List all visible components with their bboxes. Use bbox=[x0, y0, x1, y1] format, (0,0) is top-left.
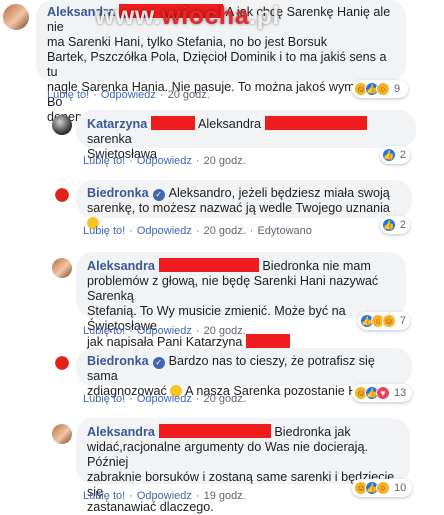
timestamp[interactable]: 19 godz. bbox=[204, 490, 246, 502]
comment-author[interactable]: Aleksandra bbox=[87, 425, 155, 439]
separator-dot: · bbox=[129, 155, 133, 167]
like-link[interactable]: Lubię to! bbox=[83, 490, 125, 502]
timestamp[interactable]: 20 godz. bbox=[204, 225, 246, 237]
reaction-summary[interactable]: ☺ 👍 ○ 10 bbox=[352, 479, 412, 497]
comment-bubble: Aleksandra Biedronka jak widać,racjonaln… bbox=[76, 418, 410, 514]
comment-author[interactable]: Biedronka bbox=[87, 354, 149, 368]
like-link[interactable]: Lubię to! bbox=[83, 325, 125, 337]
avatar[interactable] bbox=[52, 186, 72, 206]
redaction bbox=[151, 116, 196, 130]
comment-actions: Lubię to! · Odpowiedz · 19 godz. bbox=[83, 490, 246, 502]
site-watermark: www.wiocha.pl bbox=[95, 2, 280, 30]
separator-dot: · bbox=[195, 155, 200, 167]
avatar[interactable] bbox=[52, 115, 72, 135]
separator-dot: · bbox=[129, 393, 133, 405]
comment-bubble: Aleksandra Biedronka nie mam problemów z… bbox=[76, 252, 406, 349]
separator-dot: · bbox=[129, 225, 133, 237]
verified-icon: ✓ bbox=[152, 357, 165, 369]
wow-icon: ○ bbox=[376, 82, 390, 96]
reaction-summary[interactable]: 👍 2 bbox=[380, 146, 410, 164]
comment-text: ma Sarenki Hani, tylko Stefania, no bo j… bbox=[47, 35, 328, 49]
separator-dot: · bbox=[195, 225, 200, 237]
timestamp[interactable]: 20 godz. bbox=[168, 89, 210, 101]
reaction-count: 9 bbox=[394, 83, 401, 95]
comment-text: sarenka bbox=[87, 132, 132, 146]
like-icon: 👍 bbox=[382, 218, 396, 232]
reply-link[interactable]: Odpowiedz bbox=[137, 155, 192, 167]
comment-text: Aleksandro, jeżeli będziesz miała swoją bbox=[168, 186, 390, 200]
reaction-summary[interactable]: 👍 2 bbox=[380, 216, 410, 234]
redaction bbox=[245, 334, 290, 348]
like-link[interactable]: Lubię to! bbox=[47, 89, 89, 101]
comment-actions: Lubię to! · Odpowiedz · 20 godz. bbox=[83, 155, 246, 167]
love-icon: ♥ bbox=[376, 386, 390, 400]
edited-label[interactable]: Edytowano bbox=[257, 225, 311, 237]
comment-text: zastanawiać dlaczego. bbox=[87, 500, 214, 514]
separator-dot: · bbox=[195, 393, 200, 405]
avatar[interactable] bbox=[52, 258, 72, 278]
redaction bbox=[158, 424, 271, 438]
timestamp[interactable]: 20 godz. bbox=[204, 155, 246, 167]
comment-actions: Lubię to! · Odpowiedz · 20 godz. · Edytowano bbox=[83, 225, 312, 237]
comment-thread: Aleksandra A jak chcę Sarenkę Hanię ale … bbox=[0, 0, 444, 514]
haha-icon: ☺ bbox=[381, 314, 396, 328]
comment-actions: Lubię to! · Odpowiedz · 20 godz. bbox=[47, 89, 210, 101]
comment-actions: Lubię to! · Odpowiedz · 20 godz. bbox=[83, 325, 246, 337]
comment-text: sarenkę, to możesz nazwać ją wedle Twoje… bbox=[87, 201, 390, 215]
comment-author[interactable]: Aleksandra bbox=[87, 259, 155, 273]
reaction-count: 2 bbox=[399, 149, 406, 161]
redaction bbox=[158, 258, 259, 272]
like-link[interactable]: Lubię to! bbox=[83, 393, 125, 405]
separator-dot: · bbox=[159, 89, 164, 101]
separator-dot: · bbox=[195, 325, 200, 337]
like-icon: 👍 bbox=[382, 148, 396, 162]
comment-text: Aleksandra bbox=[198, 117, 262, 131]
reply-link[interactable]: Odpowiedz bbox=[137, 393, 192, 405]
comment-author[interactable]: Katarzyna bbox=[87, 117, 147, 131]
like-link[interactable]: Lubię to! bbox=[83, 155, 125, 167]
separator-dot: · bbox=[93, 89, 97, 101]
separator-dot: · bbox=[129, 490, 133, 502]
reply-link[interactable]: Odpowiedz bbox=[137, 490, 192, 502]
comment-bubble: Biedronka ✓ Bardzo nas to cieszy, że potra… bbox=[76, 348, 412, 398]
reaction-summary[interactable]: 👍 ○ ☺ 7 bbox=[358, 312, 410, 330]
separator-dot: · bbox=[249, 225, 254, 237]
reply-link[interactable]: Odpowiedz bbox=[137, 325, 192, 337]
reaction-summary[interactable]: ☺ 👍 ○ 9 bbox=[352, 80, 408, 98]
reaction-count: 10 bbox=[394, 482, 407, 494]
reaction-count: 2 bbox=[399, 219, 406, 231]
separator-dot: · bbox=[195, 490, 200, 502]
comment-text: jak napisała Pani Katarzyna bbox=[87, 335, 243, 349]
avatar[interactable] bbox=[52, 424, 72, 444]
comment-actions: Lubię to! · Odpowiedz · 20 godz. bbox=[83, 393, 246, 405]
avatar[interactable] bbox=[3, 4, 29, 30]
reply-link[interactable]: Odpowiedz bbox=[137, 225, 192, 237]
reaction-count: 13 bbox=[394, 387, 407, 399]
verified-icon: ✓ bbox=[152, 189, 165, 201]
comment-bubble: Katarzyna Aleksandra sarenka Swietosława bbox=[76, 110, 416, 161]
comment-text: Bartek, Pszczółka Pola, Dzięcioł Dominik… bbox=[47, 50, 387, 79]
comment-text: Biedronka jak bbox=[274, 425, 351, 439]
comment-text: problemów z głową, nie będę Sarenki Hani… bbox=[87, 274, 379, 303]
timestamp[interactable]: 20 godz. bbox=[204, 393, 246, 405]
reply-link[interactable]: Odpowiedz bbox=[101, 89, 156, 101]
like-link[interactable]: Lubię to! bbox=[83, 225, 125, 237]
separator-dot: · bbox=[129, 325, 133, 337]
reaction-count: 7 bbox=[399, 315, 406, 327]
comment-text: widać,racjonalne argumenty do Was nie do… bbox=[87, 440, 368, 469]
reaction-summary[interactable]: ☺ 👍 ♥ 13 bbox=[352, 384, 412, 402]
redaction bbox=[264, 116, 367, 130]
timestamp[interactable]: 20 godz. bbox=[204, 325, 246, 337]
comment-bubble: Biedronka ✓ Aleksandro, jeżeli będziesz mi… bbox=[76, 180, 412, 229]
wow-icon: ○ bbox=[376, 481, 390, 495]
comment-text: Biedronka nie mam bbox=[262, 259, 371, 273]
avatar[interactable] bbox=[52, 354, 72, 374]
comment-author[interactable]: Biedronka bbox=[87, 186, 149, 200]
